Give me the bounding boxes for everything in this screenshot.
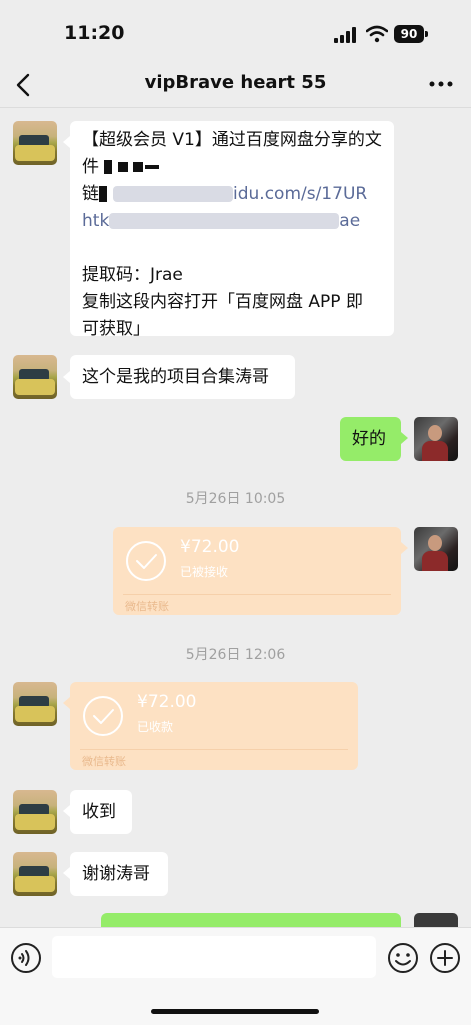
contact-avatar[interactable] — [13, 121, 57, 165]
voice-input-icon[interactable] — [10, 942, 42, 974]
battery-icon: 90 — [394, 25, 424, 43]
share-blank-line — [82, 235, 382, 262]
self-avatar[interactable] — [414, 527, 458, 571]
bubble-tail — [63, 136, 70, 148]
self-avatar[interactable] — [414, 417, 458, 461]
partial-message[interactable] — [101, 913, 401, 927]
message-input[interactable] — [52, 936, 376, 978]
share-instruction-1: 复制这段内容打开「百度网盘 APP 即 — [82, 292, 363, 312]
bubble-tail — [401, 542, 408, 554]
bubble-tail — [401, 432, 408, 444]
check-circle-icon — [83, 696, 123, 736]
share-line-2: 件 — [82, 154, 382, 181]
share-instruction-2: 可获取」 — [82, 319, 150, 339]
transfer-status: 已收款 — [137, 720, 174, 734]
battery-tip — [425, 31, 428, 37]
collection-message[interactable]: 这个是我的项目合集涛哥 — [70, 355, 295, 399]
contact-avatar[interactable] — [13, 355, 57, 399]
timestamp: 5月26日 12:06 — [185, 647, 286, 663]
share-extract-code: 提取码：Jrae — [82, 265, 183, 285]
chat-title: vipBrave heart 55 — [144, 72, 327, 93]
transfer-received-card[interactable]: ¥72.00 已收款 微信转账 — [70, 682, 358, 770]
emoji-icon[interactable] — [387, 942, 419, 974]
share-link-line-2[interactable]: htk ae — [82, 208, 382, 235]
share-line-1: 【超级会员 V1】通过百度网盘分享的文 — [82, 130, 382, 150]
check-circle-icon — [126, 541, 166, 581]
bubble-tail — [63, 371, 70, 383]
transfer-divider — [123, 594, 391, 595]
ok-message[interactable]: 好的 — [340, 417, 401, 461]
plus-icon[interactable] — [429, 942, 461, 974]
wifi-icon — [366, 25, 388, 43]
transfer-amount: ¥72.00 — [137, 692, 197, 712]
contact-avatar[interactable] — [13, 790, 57, 834]
nav-divider — [0, 107, 471, 108]
timestamp: 5月26日 10:05 — [185, 491, 286, 507]
transfer-divider — [80, 749, 348, 750]
transfer-footer: 微信转账 — [82, 755, 126, 768]
transfer-amount: ¥72.00 — [180, 537, 240, 557]
more-options-icon[interactable] — [426, 74, 456, 94]
transfer-footer: 微信转账 — [125, 600, 169, 613]
bubble-tail — [63, 697, 70, 709]
bubble-tail — [63, 805, 70, 817]
transfer-sent-card[interactable]: ¥72.00 已被接收 微信转账 — [113, 527, 401, 615]
status-time: 11:20 — [64, 22, 125, 44]
contact-avatar[interactable] — [13, 852, 57, 896]
thanks-message[interactable]: 谢谢涛哥 — [70, 852, 168, 896]
transfer-status: 已被接收 — [180, 565, 229, 579]
received-message[interactable]: 收到 — [70, 790, 132, 834]
home-indicator[interactable] — [151, 1009, 319, 1014]
cellular-signal-icon — [334, 27, 356, 43]
bubble-tail — [63, 867, 70, 879]
contact-avatar[interactable] — [13, 682, 57, 726]
share-link-line-1[interactable]: 链 idu.com/s/17UR — [82, 181, 382, 208]
self-avatar[interactable] — [414, 913, 458, 927]
share-link-message[interactable]: 【超级会员 V1】通过百度网盘分享的文 件 链 idu.com/s/17UR ht… — [70, 121, 394, 339]
back-chevron-icon[interactable] — [12, 70, 38, 100]
